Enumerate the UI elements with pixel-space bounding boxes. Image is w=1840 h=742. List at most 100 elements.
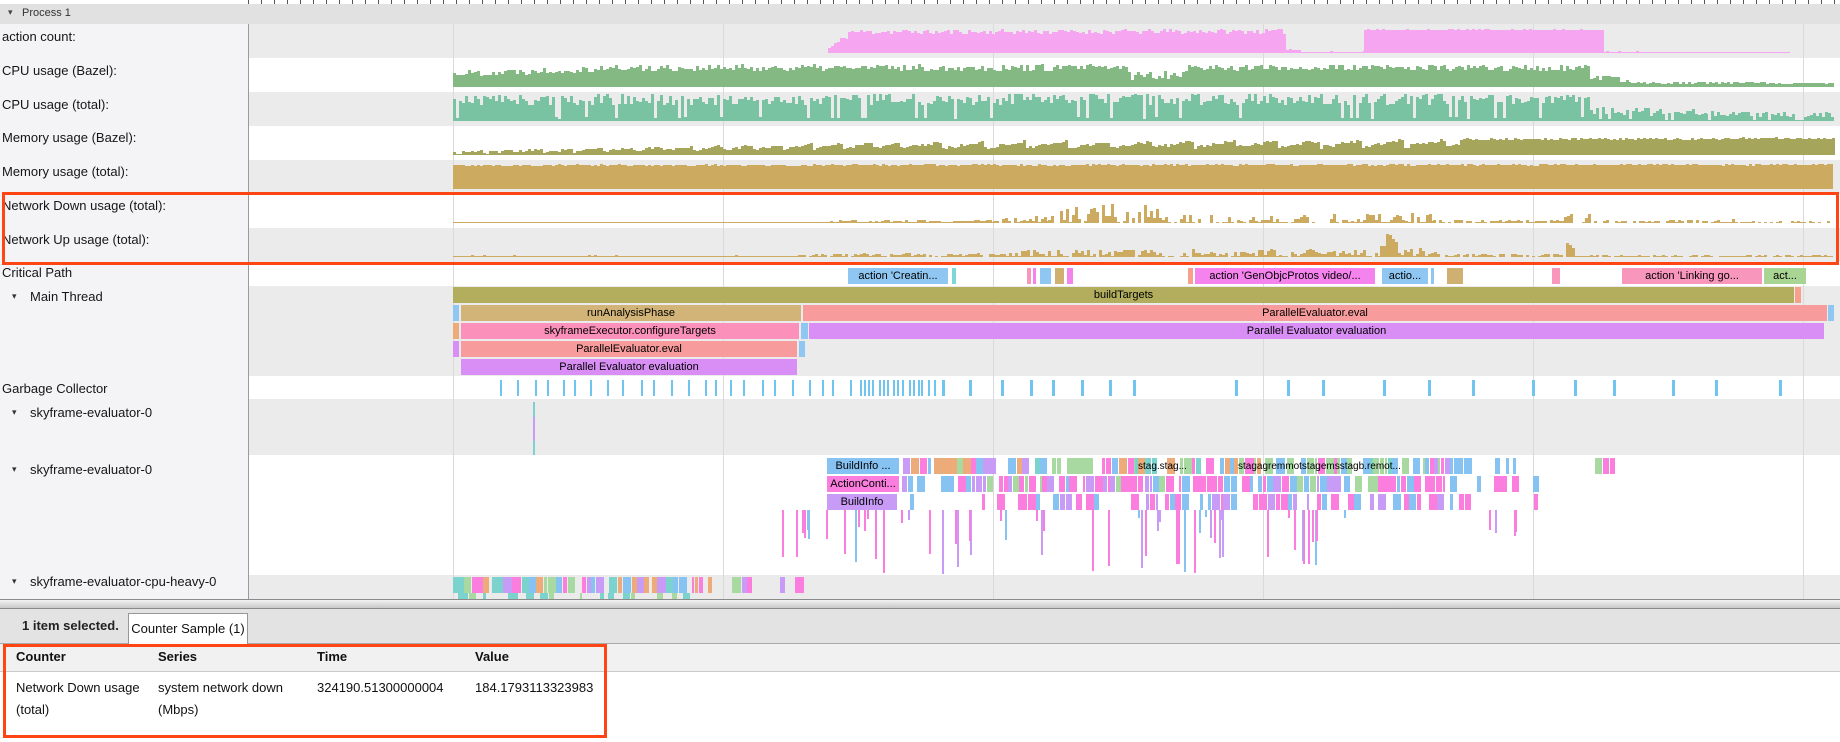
track-label[interactable]: skyframe-evaluator-0 (30, 462, 152, 477)
gc-event-tick[interactable] (730, 380, 732, 396)
gc-event-tick[interactable] (547, 380, 549, 396)
span-sliver[interactable] (631, 593, 636, 599)
span-sliver[interactable] (580, 593, 583, 599)
async-drip-line[interactable] (908, 510, 910, 520)
timeline-span[interactable]: Parallel Evaluator evaluation (809, 323, 1824, 339)
span-sliver[interactable] (983, 458, 991, 474)
async-drip-line[interactable] (1312, 510, 1314, 542)
span-sliver[interactable] (1465, 494, 1471, 510)
async-drip-line[interactable] (1214, 510, 1216, 543)
gc-event-tick[interactable] (563, 380, 565, 396)
span-sliver[interactable] (1348, 494, 1354, 510)
span-sliver[interactable] (941, 458, 948, 474)
span-sliver[interactable] (1443, 476, 1446, 492)
span-sliver[interactable] (1086, 494, 1094, 510)
span-sliver[interactable] (1040, 458, 1047, 474)
async-drip-line[interactable] (864, 510, 866, 531)
span-sliver[interactable] (1331, 494, 1338, 510)
span-sliver[interactable] (732, 577, 741, 593)
span-sliver[interactable] (683, 593, 690, 599)
span-sliver[interactable] (1327, 476, 1335, 492)
async-drip-line[interactable] (942, 510, 944, 574)
span-sliver[interactable] (1595, 458, 1602, 474)
timeline-span[interactable]: BuildInfo ... (827, 458, 899, 474)
gc-event-tick[interactable] (705, 380, 707, 396)
gc-event-tick[interactable] (1532, 380, 1535, 396)
span-sliver[interactable] (983, 476, 986, 492)
timeline-span-sliver[interactable] (453, 341, 459, 357)
span-sliver[interactable] (1159, 476, 1165, 492)
track-label[interactable]: Network Up usage (total): (2, 232, 149, 247)
span-sliver[interactable] (453, 577, 457, 593)
span-sliver[interactable] (1150, 494, 1156, 510)
span-sliver[interactable] (1052, 458, 1056, 474)
gc-event-tick[interactable] (897, 380, 899, 396)
track-label[interactable]: CPU usage (total): (2, 97, 109, 112)
span-sliver[interactable] (1230, 458, 1234, 474)
span-sliver[interactable] (563, 577, 567, 593)
span-sliver[interactable] (522, 577, 529, 593)
async-drip-line[interactable] (802, 510, 804, 533)
span-sliver[interactable] (1370, 494, 1374, 510)
span-sliver[interactable] (1036, 494, 1040, 510)
gc-event-tick[interactable] (1322, 380, 1325, 396)
async-drip-line[interactable] (1092, 510, 1094, 571)
timeline-span[interactable]: ActionConti... (827, 476, 899, 492)
gc-event-tick[interactable] (574, 380, 576, 396)
track-label[interactable]: CPU usage (Bazel): (2, 63, 117, 78)
span-sliver[interactable] (1368, 476, 1375, 492)
timeline-span[interactable]: act... (1764, 268, 1806, 284)
timeline-span-sliver[interactable] (1552, 268, 1560, 284)
async-drip-line[interactable] (1141, 510, 1143, 568)
span-sliver[interactable] (1317, 494, 1321, 510)
gc-event-tick[interactable] (913, 380, 915, 396)
gc-event-tick[interactable] (688, 380, 690, 396)
async-drip-line[interactable] (875, 510, 877, 559)
span-sliver[interactable] (623, 577, 632, 593)
span-sliver[interactable] (1060, 494, 1066, 510)
timeline-span[interactable]: action 'Creatin... (848, 268, 948, 284)
span-sliver[interactable] (1128, 458, 1134, 474)
span-sliver[interactable] (1297, 476, 1303, 492)
span-sliver[interactable] (1267, 476, 1273, 492)
span-sliver[interactable] (1090, 458, 1093, 474)
track-label[interactable]: Main Thread (30, 289, 103, 304)
async-drip-line[interactable] (1344, 510, 1346, 518)
span-sliver[interactable] (917, 476, 925, 492)
async-drip-line[interactable] (1267, 510, 1269, 557)
span-sliver[interactable] (1404, 494, 1409, 510)
timeline-span-sliver[interactable] (801, 323, 808, 339)
span-sliver[interactable] (1276, 494, 1280, 510)
span-sliver[interactable] (582, 577, 587, 593)
span-sliver[interactable] (1131, 494, 1140, 510)
timeline-span[interactable]: ParallelEvaluator.eval (461, 341, 797, 357)
span-sliver[interactable] (1220, 458, 1225, 474)
span-sliver[interactable] (1083, 458, 1089, 474)
gc-event-tick[interactable] (1472, 380, 1475, 396)
span-sliver[interactable] (1025, 476, 1029, 492)
async-drip-line[interactable] (1294, 510, 1296, 550)
span-sliver[interactable] (508, 593, 515, 599)
span-sliver[interactable] (1310, 476, 1317, 492)
span-sliver[interactable] (972, 476, 976, 492)
span-sliver[interactable] (549, 593, 554, 599)
span-sliver[interactable] (637, 577, 643, 593)
async-drip-line[interactable] (1308, 510, 1310, 564)
span-sliver[interactable] (1414, 476, 1421, 492)
track-label[interactable]: skyframe-evaluator-cpu-heavy-0 (30, 574, 216, 589)
gc-event-tick[interactable] (1779, 380, 1782, 396)
span-sliver[interactable] (1428, 476, 1435, 492)
async-drip-line[interactable] (782, 510, 784, 557)
timeline-span-sliver[interactable] (1188, 268, 1193, 284)
track-label[interactable]: Network Down usage (total): (2, 198, 166, 213)
gc-event-tick[interactable] (850, 380, 852, 396)
async-drip-line[interactable] (1043, 510, 1045, 531)
span-sliver[interactable] (458, 593, 462, 599)
gc-event-tick[interactable] (909, 380, 911, 396)
span-sliver[interactable] (679, 577, 687, 593)
span-sliver[interactable] (997, 494, 1005, 510)
gc-event-tick[interactable] (1001, 380, 1004, 396)
span-sliver[interactable] (608, 593, 614, 599)
async-drip-line[interactable] (1194, 510, 1196, 573)
span-sliver[interactable] (1263, 476, 1267, 492)
